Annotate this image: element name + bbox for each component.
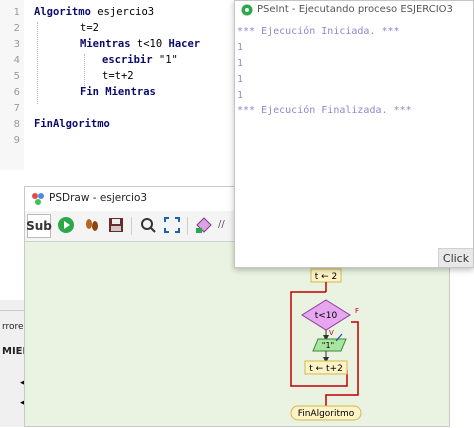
assign-block-loop-text: t ← t+2 <box>309 364 343 374</box>
condition-text: t<10 <box>315 311 338 321</box>
output-line: 1 <box>237 58 244 69</box>
code-line-6[interactable]: Fin Mientras <box>80 86 156 98</box>
line-number: 2 <box>13 23 20 34</box>
shapes-button[interactable] <box>193 214 215 236</box>
line-number: 1 <box>13 7 20 18</box>
assignment-text: t=2 <box>80 22 99 34</box>
output-block-text: "1" <box>322 341 334 350</box>
pseint-title: PSeInt - Ejecutando proceso ESJERCIO3 <box>257 4 453 15</box>
code-line-3[interactable]: Mientras t<10 Hacer <box>80 38 200 50</box>
click-button[interactable]: Click <box>438 248 473 267</box>
output-line: 1 <box>237 42 244 53</box>
footsteps-icon <box>86 219 98 231</box>
code-line-4[interactable]: escribir "1" <box>102 54 178 66</box>
code-line-2[interactable]: t=2 <box>80 22 99 34</box>
magnifier-icon <box>141 218 156 233</box>
code-editor[interactable]: 1 2 3 4 5 6 7 8 9 Algoritmo esjercio3 t=… <box>0 0 236 170</box>
pseint-output-window[interactable]: PSeInt - Ejecutando proceso ESJERCIO3 **… <box>234 0 474 268</box>
keyword-algoritmo: Algoritmo <box>34 6 91 18</box>
while-condition: t<10 <box>130 38 169 50</box>
flowchart-shapes-icon <box>196 217 212 233</box>
toolbar-separator <box>187 217 188 235</box>
keyword-hacer: Hacer <box>168 38 201 50</box>
line-number: 6 <box>13 87 20 98</box>
output-line: 1 <box>237 90 244 101</box>
psdraw-title: PSDraw - esjercio3 <box>49 192 148 204</box>
output-start-message: *** Ejecución Iniciada. *** <box>237 26 400 37</box>
line-number: 4 <box>13 55 20 66</box>
keyword-mientras: Mientras <box>80 38 131 50</box>
code-line-5[interactable]: t=t+2 <box>102 70 134 82</box>
true-label: V <box>329 329 334 337</box>
save-icon <box>109 218 123 232</box>
expand-arrows-icon <box>164 217 180 233</box>
false-label: F <box>355 307 359 315</box>
assign-block-top-text: t ← 2 <box>315 272 338 282</box>
output-line: 1 <box>237 74 244 85</box>
assignment-text: t=t+2 <box>102 70 134 82</box>
keyword-fin-mientras: Fin Mientras <box>80 86 156 98</box>
sub-button[interactable]: Sub <box>26 214 52 238</box>
step-button[interactable] <box>81 214 103 236</box>
keyword-escribir: escribir <box>102 54 153 66</box>
pseint-app-icon <box>241 4 253 16</box>
toolbar-overflow[interactable]: // <box>218 219 225 230</box>
string-literal: "1" <box>152 54 178 66</box>
run-button[interactable] <box>55 214 77 236</box>
flowchart-canvas[interactable]: t ← 2 t<10 F V "1" t ← t+2 FinAlgoritmo <box>25 242 449 428</box>
keyword-finalgoritmo: FinAlgoritmo <box>34 118 110 130</box>
line-number: 9 <box>13 135 20 146</box>
algorithm-name: esjercio3 <box>90 6 155 18</box>
code-line-8[interactable]: FinAlgoritmo <box>34 118 110 130</box>
line-number: 5 <box>13 71 20 82</box>
line-number: 7 <box>13 103 20 114</box>
end-block-text: FinAlgoritmo <box>298 409 355 419</box>
code-line-1[interactable]: Algoritmo esjercio3 <box>34 6 154 18</box>
partial-side-panel: rrores MIEN ◂ ◂ <box>0 300 31 427</box>
zoom-button[interactable] <box>137 214 159 236</box>
indent-guide <box>84 54 85 86</box>
pseint-titlebar[interactable]: PSeInt - Ejecutando proceso ESJERCIO3 <box>235 1 473 19</box>
output-end-message: *** Ejecución Finalizada. *** <box>237 105 412 116</box>
psdraw-app-icon <box>32 193 44 205</box>
toolbar-separator <box>131 217 132 235</box>
save-button[interactable] <box>105 214 127 236</box>
fit-button[interactable] <box>161 214 183 236</box>
line-number-gutter: 1 2 3 4 5 6 7 8 9 <box>0 0 24 170</box>
line-number: 8 <box>13 119 20 130</box>
line-number: 3 <box>13 39 20 50</box>
panel-divider <box>0 300 24 311</box>
play-icon <box>58 217 74 233</box>
indent-guide <box>37 22 38 104</box>
